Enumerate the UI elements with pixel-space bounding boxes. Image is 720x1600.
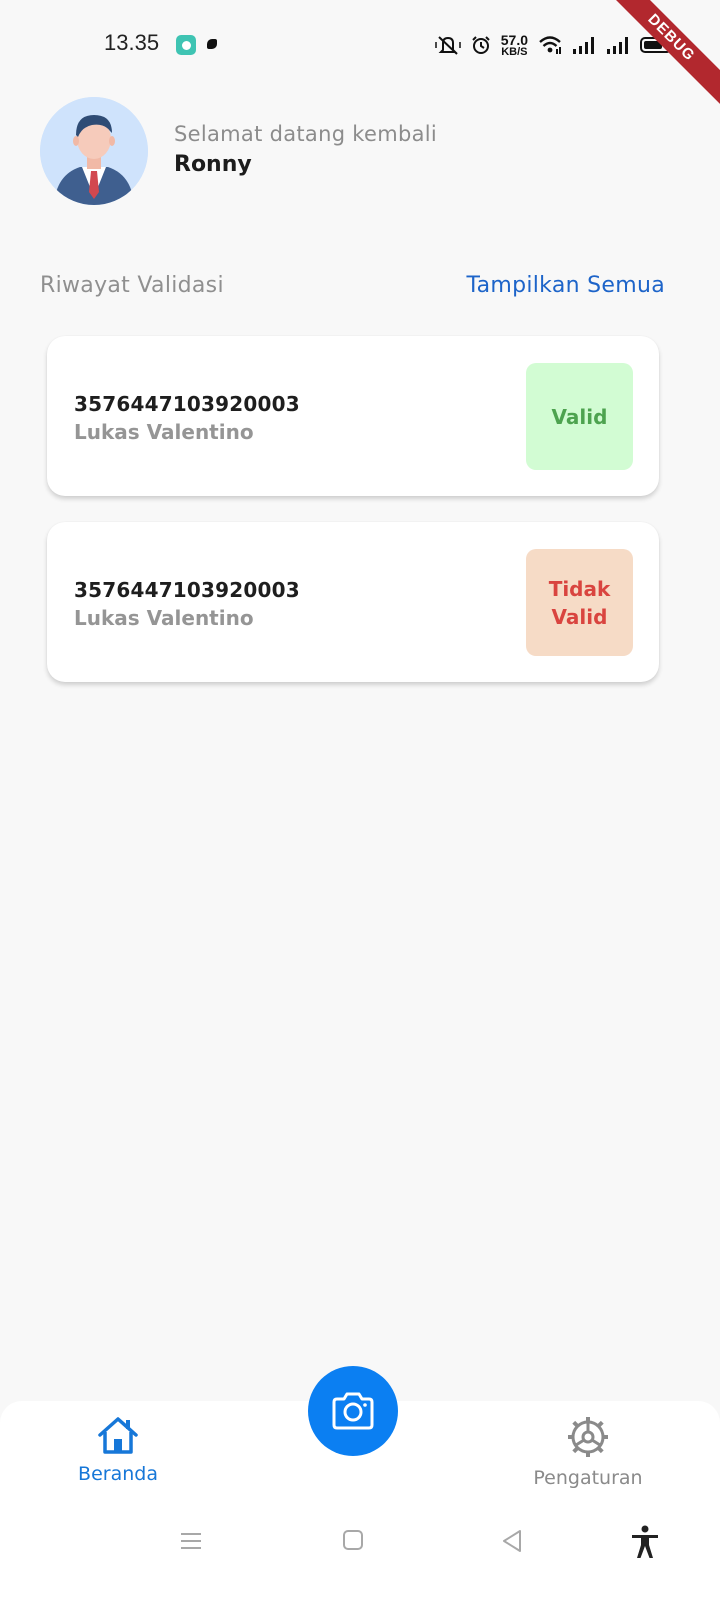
username: Ronny bbox=[174, 152, 252, 177]
greeting-text: Selamat datang kembali bbox=[174, 122, 438, 146]
network-speed: 57.0 KB/S bbox=[500, 31, 528, 58]
id-number: 3576447103920003 bbox=[74, 392, 300, 416]
wifi-icon bbox=[539, 36, 561, 54]
alarm-icon bbox=[472, 36, 490, 54]
home-icon bbox=[98, 1417, 138, 1454]
nav-settings[interactable]: Pengaturan bbox=[508, 1415, 668, 1489]
status-time: 13.35 bbox=[104, 30, 160, 55]
validation-card[interactable]: 3576447103920003 Lukas Valentino Valid bbox=[47, 336, 659, 496]
nav-home[interactable]: Beranda bbox=[38, 1415, 198, 1485]
section-title: Riwayat Validasi bbox=[40, 273, 224, 298]
status-bar: 13.35 57.0 KB/S bbox=[0, 0, 720, 90]
mute-icon bbox=[435, 36, 461, 55]
camera-icon bbox=[332, 1392, 374, 1430]
person-name: Lukas Valentino bbox=[74, 606, 254, 630]
notification-icon bbox=[207, 39, 217, 49]
signal-icon bbox=[573, 37, 594, 54]
back-icon[interactable] bbox=[500, 1529, 524, 1553]
accessibility-icon[interactable] bbox=[630, 1525, 660, 1559]
status-icons: 57.0 KB/S bbox=[435, 33, 672, 57]
signal-icon bbox=[607, 37, 628, 54]
status-badge: Tidak Valid bbox=[526, 549, 633, 656]
chat-app-icon bbox=[176, 35, 196, 55]
id-number: 3576447103920003 bbox=[74, 578, 300, 602]
system-navigation-bar bbox=[0, 1511, 720, 1600]
menu-icon[interactable] bbox=[179, 1529, 203, 1553]
status-label: Valid bbox=[551, 404, 608, 429]
avatar bbox=[40, 97, 148, 205]
status-badge: Valid bbox=[526, 363, 633, 470]
validation-card[interactable]: 3576447103920003 Lukas Valentino Tidak V… bbox=[47, 522, 659, 682]
show-all-link[interactable]: Tampilkan Semua bbox=[466, 273, 665, 298]
status-label: Tidak Valid bbox=[548, 576, 611, 629]
nav-settings-label: Pengaturan bbox=[533, 1467, 643, 1489]
home-square-icon[interactable] bbox=[342, 1529, 364, 1551]
camera-button[interactable] bbox=[308, 1366, 398, 1456]
nav-home-label: Beranda bbox=[78, 1463, 158, 1485]
gear-icon bbox=[568, 1417, 608, 1457]
person-name: Lukas Valentino bbox=[74, 420, 254, 444]
